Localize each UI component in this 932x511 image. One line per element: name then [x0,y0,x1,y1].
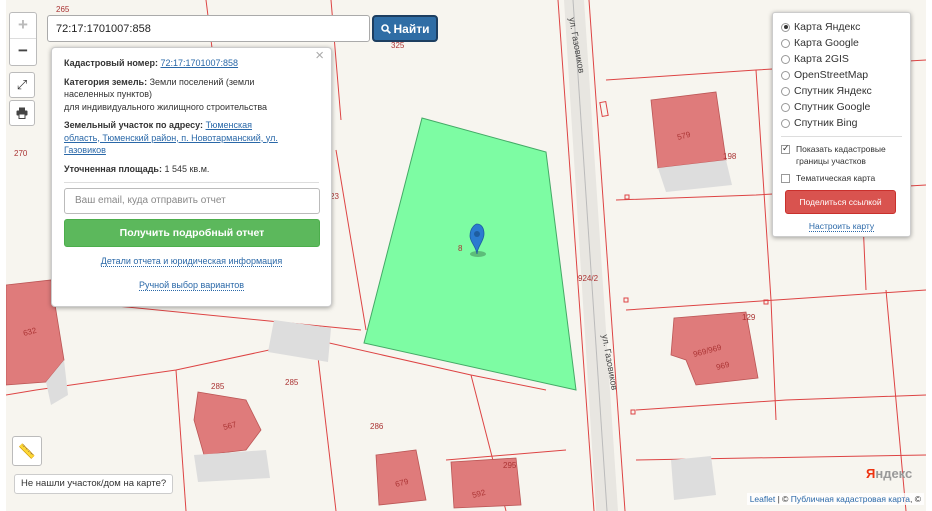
layer-option[interactable]: Спутник Bing [781,115,902,131]
email-field[interactable]: Ваш email, куда отправить отчет [64,188,320,214]
address-label: Земельный участок по адресу: [64,120,204,130]
layer-option[interactable]: Карта Google [781,35,902,51]
show-borders-checkbox[interactable]: Показать кадастровые границы участков [781,142,902,167]
layer-option[interactable]: Карта Яндекс [781,19,902,35]
cadastral-label: Кадастровый номер: [64,58,158,68]
parcel-number-label: 286 [370,422,384,431]
layer-option[interactable]: OpenStreetMap [781,67,902,83]
address-link-3[interactable]: Газовиков [64,145,106,155]
parcel-number-label: 285 [211,382,225,391]
parcel-number-label: 285 [285,378,299,387]
divider [64,182,319,183]
category-label: Категория земель: [64,76,148,87]
search-button[interactable]: Найти [372,15,438,42]
checkbox-unchecked[interactable] [781,174,790,183]
layer-option[interactable]: Спутник Яндекс [781,83,902,99]
layer-option-label: Спутник Bing [794,117,858,129]
divider [781,136,902,137]
pkk-link[interactable]: Публичная кадастровая карта [791,494,910,504]
search-input[interactable] [47,15,370,42]
layers-panel: Карта Яндекс Карта Google Карта 2GIS OpenSt… [772,12,911,237]
show-borders-label-2: границы участков [796,156,866,166]
selected-parcel-label: 8 [458,244,463,253]
layer-option-label: OpenStreetMap [794,69,869,81]
layer-option-label: Спутник Google [794,101,871,113]
ruler-icon: 📏 [18,443,36,459]
layer-option[interactable]: Спутник Google [781,99,902,115]
zoom-control: + − [9,12,37,66]
cadastral-number-link[interactable]: 72:17:1701007:858 [160,58,238,68]
search-icon [380,23,391,34]
radio-unselected[interactable] [781,118,790,128]
close-icon[interactable]: × [315,48,324,62]
radio-unselected[interactable] [781,86,790,96]
address-link-2[interactable]: область, Тюменский район, п. Новотарманс… [64,133,278,143]
parcel-number-label: 325 [391,41,405,50]
layer-option-label: Карта Яндекс [794,21,861,33]
parcel-number-label: 924/2 [578,274,599,283]
zoom-in-button[interactable]: + [10,13,36,39]
area-value: 1 545 кв.м. [164,163,210,174]
not-found-button[interactable]: Не нашли участок/дом на карте? [14,474,174,494]
radio-selected[interactable] [781,22,790,32]
share-link-button[interactable]: Поделиться ссылкой [785,190,896,214]
yandex-logo: Яндекс [866,466,913,481]
layer-option-label: Спутник Яндекс [794,85,872,97]
radio-unselected[interactable] [781,54,790,64]
thematic-label: Тематическая карта [796,173,876,183]
search-button-label: Найти [393,21,430,36]
zoom-out-button[interactable]: − [10,39,36,65]
manual-select-link[interactable]: Ручной выбор вариантов [138,279,245,291]
radio-unselected[interactable] [781,102,790,112]
measure-button[interactable]: 📏 [12,436,42,466]
radio-unselected[interactable] [781,70,790,80]
get-report-button[interactable]: Получить подробный отчет [64,219,320,247]
layer-option-label: Карта Google [794,37,859,49]
configure-map-link[interactable]: Настроить карту [808,221,875,232]
category-value-1: Земли поселений (земли [149,76,255,87]
address-link-1[interactable]: Тюменская [206,120,252,130]
parcel-number-label: 270 [14,149,28,158]
report-details-link[interactable]: Детали отчета и юридическая информация [100,256,283,267]
layer-option-label: Карта 2GIS [794,53,849,65]
parcel-number-label: 129 [742,313,756,322]
area-label: Уточненная площадь: [64,163,162,174]
print-button[interactable] [9,100,35,126]
fullscreen-button[interactable]: ⤢ [9,72,35,98]
parcel-info-panel: × Кадастровый номер: 72:17:1701007:858 К… [51,47,332,307]
radio-unselected[interactable] [781,38,790,48]
layer-option[interactable]: Карта 2GIS [781,51,902,67]
thematic-checkbox[interactable]: Тематическая карта [781,172,902,184]
parcel-number-label: 198 [723,152,737,161]
expand-icon: ⤢ [16,77,28,92]
leaflet-link[interactable]: Leaflet [750,494,776,504]
attribution: Leaflet | © Публичная кадастровая карта,… [746,493,924,505]
show-borders-label-1: Показать кадастровые [796,144,886,154]
printer-icon [16,107,28,119]
category-value-2: населенных пунктов) [64,89,153,99]
checkbox-checked[interactable] [781,142,790,154]
category-value-3: для индивидуального жилищного строительс… [64,101,268,112]
parcel-number-label: 295 [503,461,517,470]
parcel-number-label: 265 [56,5,70,14]
